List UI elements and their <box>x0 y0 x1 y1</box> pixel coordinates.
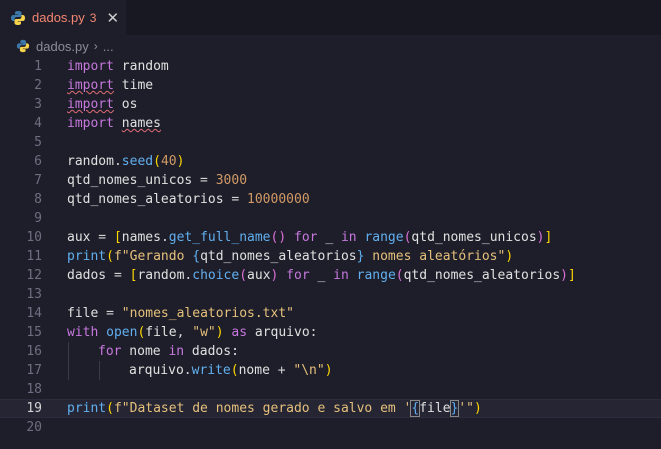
code-line: 8 qtd_nomes_aleatorios = 10000000 <box>34 192 310 207</box>
code-line: 5 <box>34 135 42 150</box>
code-editor[interactable]: 1 import random 2 import time 3 import os 4… <box>0 57 661 449</box>
code-line: 3 import os <box>34 97 138 112</box>
code-line: 17 arquivo.write(nome + "\n") <box>26 363 333 378</box>
python-icon <box>11 10 25 25</box>
code-line: 12 dados = [random.choice(aux) for _ in r… <box>26 268 576 283</box>
breadcrumb-more[interactable]: ... <box>103 39 114 54</box>
tab-bar: dados.py 3 ✕ <box>0 0 661 35</box>
code-line: 6 random.seed(40) <box>34 154 185 169</box>
close-icon[interactable]: ✕ <box>106 9 119 27</box>
code-line: 11 print(f"Gerando {qtd_nomes_aleatorios}… <box>26 249 514 264</box>
code-line: 14 file = "nomes_aleatorios.txt" <box>26 306 294 321</box>
code-line: 10 aux = [names.get_full_name() for _ in … <box>26 230 553 245</box>
problem-count-badge: 3 <box>89 10 97 25</box>
breadcrumb: dados.py › ... <box>0 35 661 57</box>
code-line: 15 with open(file, "w") as arquivo: <box>26 325 318 340</box>
code-line: 13 <box>26 287 42 302</box>
breadcrumb-file[interactable]: dados.py <box>36 39 89 54</box>
code-line: 9 <box>34 211 42 226</box>
code-line: 2 import time <box>34 78 154 93</box>
code-line: 20 <box>26 420 42 435</box>
code-line: 1 import random <box>34 59 169 74</box>
chevron-right-icon: › <box>93 39 98 53</box>
code-line: 4 import names <box>34 116 161 131</box>
code-line: 16 for nome in dados: <box>26 344 239 359</box>
tab-label: dados.py <box>32 10 85 25</box>
code-line: 7 qtd_nomes_unicos = 3000 <box>34 173 248 188</box>
python-icon <box>16 39 30 53</box>
code-line: 18 <box>26 382 42 397</box>
tab-dados-py[interactable]: dados.py 3 ✕ <box>0 0 126 35</box>
code-line-active: 19 print(f"Dataset de nomes gerado e salv… <box>0 399 661 418</box>
